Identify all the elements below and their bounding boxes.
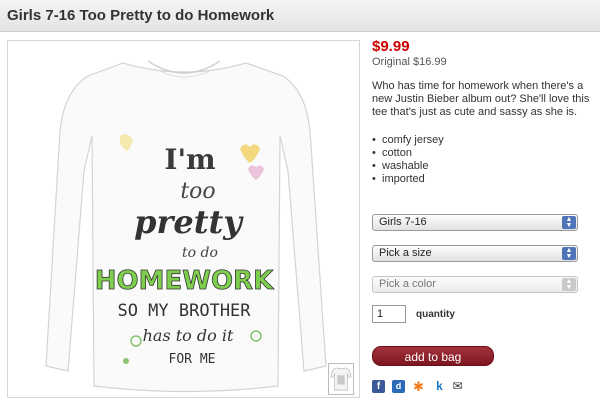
- add-to-bag-button[interactable]: add to bag: [372, 346, 494, 366]
- print-line-1: I'm: [164, 143, 215, 176]
- select-arrows-icon: ▲ ▼: [562, 247, 576, 260]
- color-value: Pick a color: [379, 278, 436, 290]
- print-line-4: to do: [182, 245, 218, 261]
- feature-item: cotton: [372, 147, 594, 160]
- size-select[interactable]: Pick a size ▲ ▼: [372, 245, 578, 262]
- product-title: Girls 7-16 Too Pretty to do Homework: [7, 7, 275, 24]
- select-arrows-icon: ▲ ▼: [562, 216, 576, 229]
- feature-item: imported: [372, 173, 594, 186]
- sale-price: $9.99: [372, 38, 410, 55]
- print-line-8: FOR ME: [169, 352, 216, 367]
- facebook-icon[interactable]: f: [372, 380, 385, 393]
- product-description: Who has time for homework when there's a…: [372, 80, 590, 118]
- color-select[interactable]: Pick a color ▲ ▼: [372, 276, 578, 293]
- email-icon[interactable]: ✉: [451, 380, 464, 393]
- print-line-5: HOMEWORK: [95, 266, 274, 296]
- select-arrows-icon: ▲ ▼: [562, 278, 576, 291]
- print-line-6: SO MY BROTHER: [117, 301, 251, 321]
- print-line-3: pretty: [134, 203, 244, 241]
- original-price: Original $16.99: [372, 56, 447, 68]
- digg-icon[interactable]: d: [392, 380, 405, 393]
- quantity-label: quantity: [416, 309, 455, 320]
- size-group-select[interactable]: Girls 7-16 ▲ ▼: [372, 214, 578, 231]
- tshirt-thumbnail-icon: [330, 367, 352, 391]
- size-group-value: Girls 7-16: [379, 216, 427, 228]
- tshirt-image: I'm too pretty to do HOMEWORK SO MY BROT…: [45, 60, 327, 393]
- print-line-7: has to do it: [143, 326, 234, 345]
- product-image[interactable]: I'm too pretty to do HOMEWORK SO MY BROT…: [7, 40, 360, 398]
- kaboodle-icon[interactable]: k: [433, 380, 446, 393]
- quantity-input[interactable]: 1: [372, 305, 406, 323]
- product-details: $9.99 Original $16.99 Who has time for h…: [372, 34, 594, 186]
- feature-list: comfy jersey cotton washable imported: [372, 134, 594, 186]
- product-title-bar: Girls 7-16 Too Pretty to do Homework: [0, 0, 600, 32]
- feature-item: comfy jersey: [372, 134, 594, 147]
- alternate-view-thumbnail[interactable]: [328, 363, 354, 395]
- size-value: Pick a size: [379, 247, 432, 259]
- stumbleupon-icon[interactable]: ✱: [412, 380, 425, 393]
- print-line-2: too: [180, 179, 215, 204]
- feature-item: washable: [372, 160, 594, 173]
